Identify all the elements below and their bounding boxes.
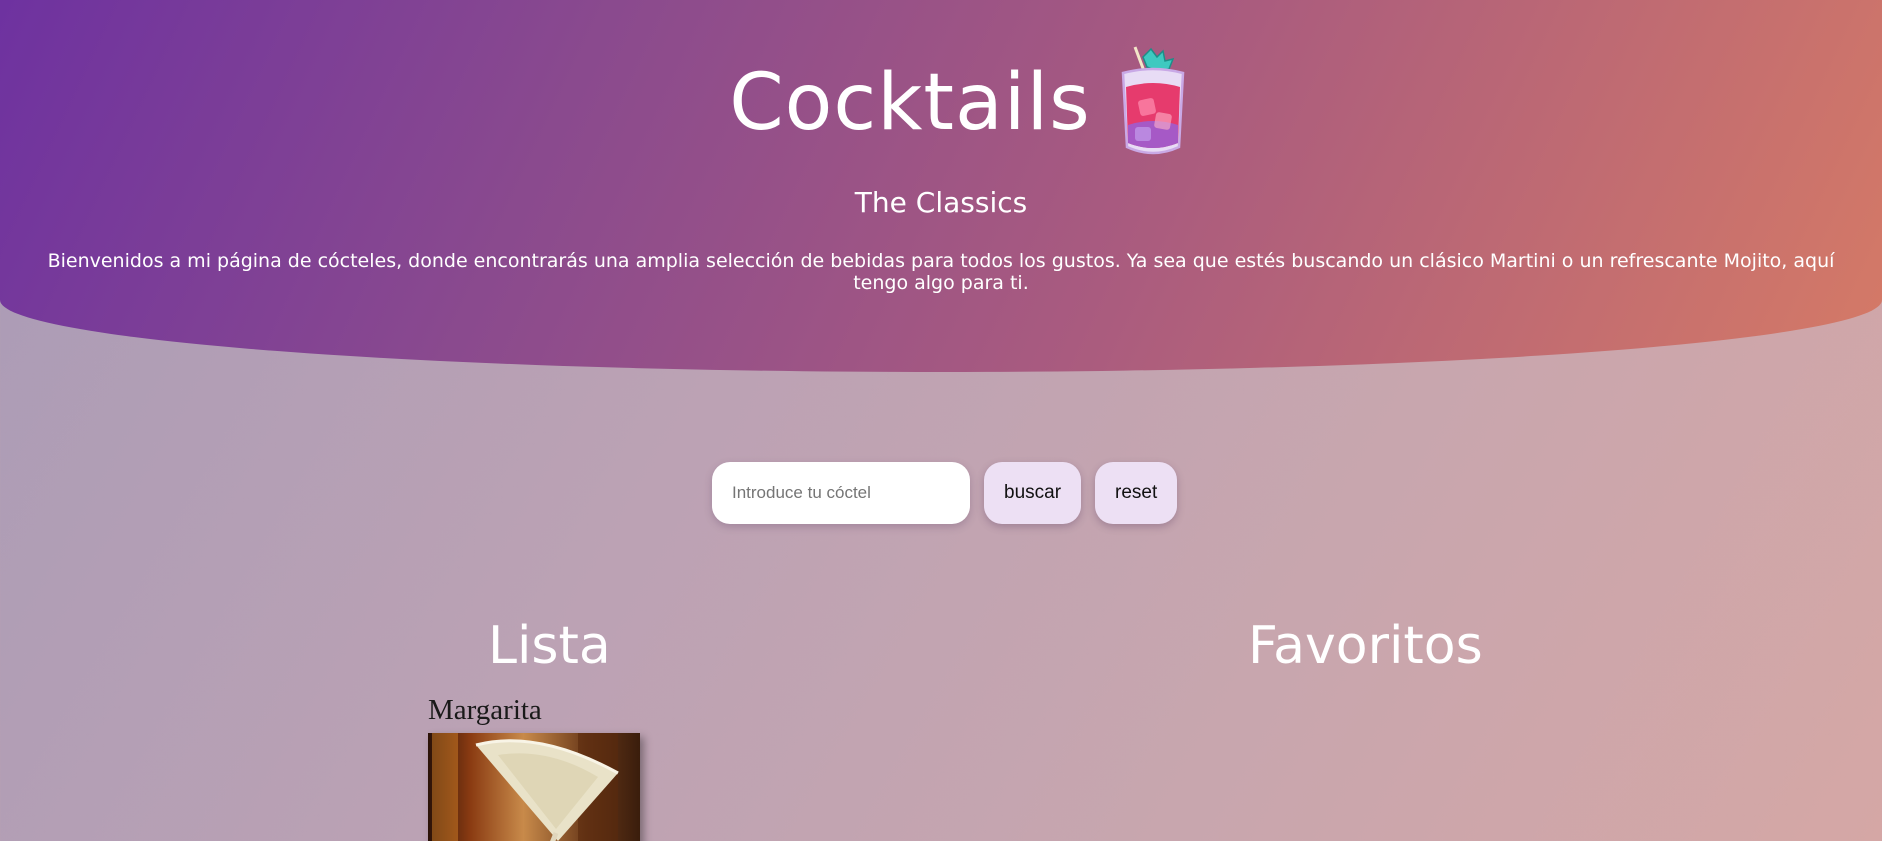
search-bar: buscar reset [712,462,1178,524]
cocktail-name: Margarita [428,694,542,726]
cocktail-image[interactable] [428,733,640,841]
reset-button[interactable]: reset [1095,462,1178,524]
list-heading: Lista [488,616,611,676]
title-row: Cocktails [0,38,1882,168]
search-button[interactable]: buscar [984,462,1082,524]
search-input[interactable] [712,462,970,524]
page-title: Cocktails [729,58,1091,148]
page-subtitle: The Classics [854,186,1028,219]
cocktail-glass-icon [1121,46,1185,155]
favorites-heading: Favoritos [1248,616,1483,676]
cocktail-card[interactable]: Margarita [428,694,640,841]
intro-text: Bienvenidos a mi página de cócteles, don… [47,250,1835,294]
